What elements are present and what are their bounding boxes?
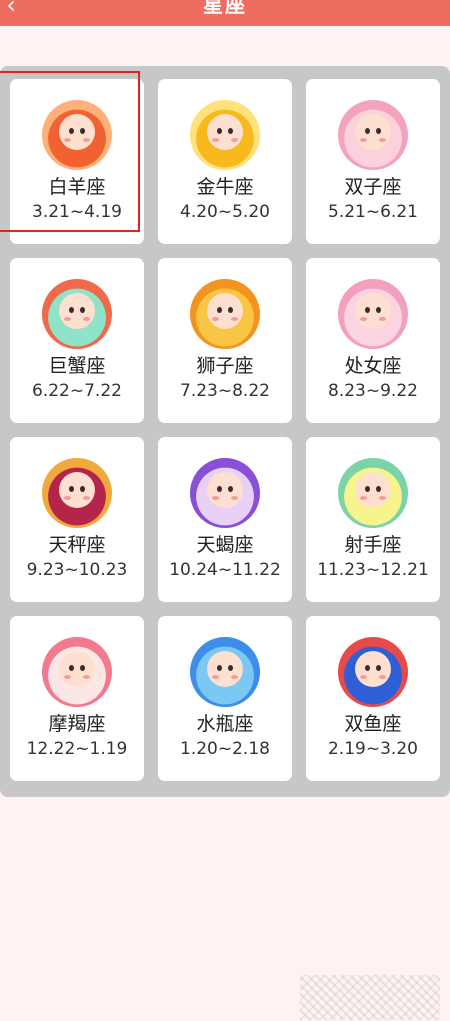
zodiac-card[interactable]: 天蝎座 10.24~11.22: [158, 437, 292, 602]
zodiac-dates: 3.21~4.19: [32, 202, 122, 222]
zodiac-card[interactable]: 狮子座 7.23~8.22: [158, 258, 292, 423]
zodiac-card[interactable]: 射手座 11.23~12.21: [306, 437, 440, 602]
zodiac-name: 白羊座: [48, 176, 106, 198]
zodiac-dates: 12.22~1.19: [26, 739, 128, 759]
zodiac-name: 水瓶座: [196, 713, 254, 735]
zodiac-card[interactable]: 摩羯座 12.22~1.19: [10, 616, 144, 781]
zodiac-name: 天秤座: [48, 534, 106, 556]
zodiac-name: 双鱼座: [344, 713, 402, 735]
zodiac-card[interactable]: 天秤座 9.23~10.23: [10, 437, 144, 602]
zodiac-card[interactable]: 金牛座 4.20~5.20: [158, 79, 292, 244]
zodiac-name: 金牛座: [196, 176, 254, 198]
zodiac-grid: 白羊座 3.21~4.19 金牛座 4.20~5.20 双子座 5.21~6.21 巨蟹座 6…: [0, 71, 440, 781]
zodiac-name: 巨蟹座: [48, 355, 106, 377]
aries-sheep-icon: [42, 100, 112, 170]
zodiac-card[interactable]: 双鱼座 2.19~3.20: [306, 616, 440, 781]
zodiac-name: 射手座: [344, 534, 402, 556]
pisces-mermaid-icon: [338, 637, 408, 707]
zodiac-dates: 9.23~10.23: [26, 560, 128, 580]
zodiac-dates: 11.23~12.21: [317, 560, 429, 580]
zodiac-name: 处女座: [344, 355, 402, 377]
zodiac-card[interactable]: 巨蟹座 6.22~7.22: [10, 258, 144, 423]
leo-lion-icon: [190, 279, 260, 349]
zodiac-dates: 10.24~11.22: [169, 560, 281, 580]
page-title: 星座: [203, 0, 247, 17]
zodiac-dates: 2.19~3.20: [328, 739, 418, 759]
scorpio-scorpion-icon: [190, 458, 260, 528]
aquarius-water-icon: [190, 637, 260, 707]
zodiac-card[interactable]: 白羊座 3.21~4.19: [0, 71, 144, 244]
zodiac-name: 狮子座: [196, 355, 254, 377]
zodiac-dates: 6.22~7.22: [32, 381, 122, 401]
cancer-crab-icon: [42, 279, 112, 349]
header-bar: ‹ 星座: [0, 0, 450, 26]
zodiac-dates: 1.20~2.18: [180, 739, 270, 759]
zodiac-card[interactable]: 双子座 5.21~6.21: [306, 79, 440, 244]
zodiac-dates: 8.23~9.22: [328, 381, 418, 401]
libra-scales-icon: [42, 458, 112, 528]
zodiac-panel: 白羊座 3.21~4.19 金牛座 4.20~5.20 双子座 5.21~6.21 巨蟹座 6…: [0, 66, 450, 797]
zodiac-name: 天蝎座: [196, 534, 254, 556]
capricorn-goat-icon: [42, 637, 112, 707]
virgo-maiden-icon: [338, 279, 408, 349]
watermark: [300, 975, 440, 1020]
taurus-bull-icon: [190, 100, 260, 170]
sagittarius-archer-icon: [338, 458, 408, 528]
zodiac-card[interactable]: 水瓶座 1.20~2.18: [158, 616, 292, 781]
zodiac-dates: 5.21~6.21: [328, 202, 418, 222]
zodiac-dates: 4.20~5.20: [180, 202, 270, 222]
gemini-twins-icon: [338, 100, 408, 170]
zodiac-dates: 7.23~8.22: [180, 381, 270, 401]
zodiac-name: 摩羯座: [48, 713, 106, 735]
zodiac-name: 双子座: [344, 176, 402, 198]
zodiac-card[interactable]: 处女座 8.23~9.22: [306, 258, 440, 423]
